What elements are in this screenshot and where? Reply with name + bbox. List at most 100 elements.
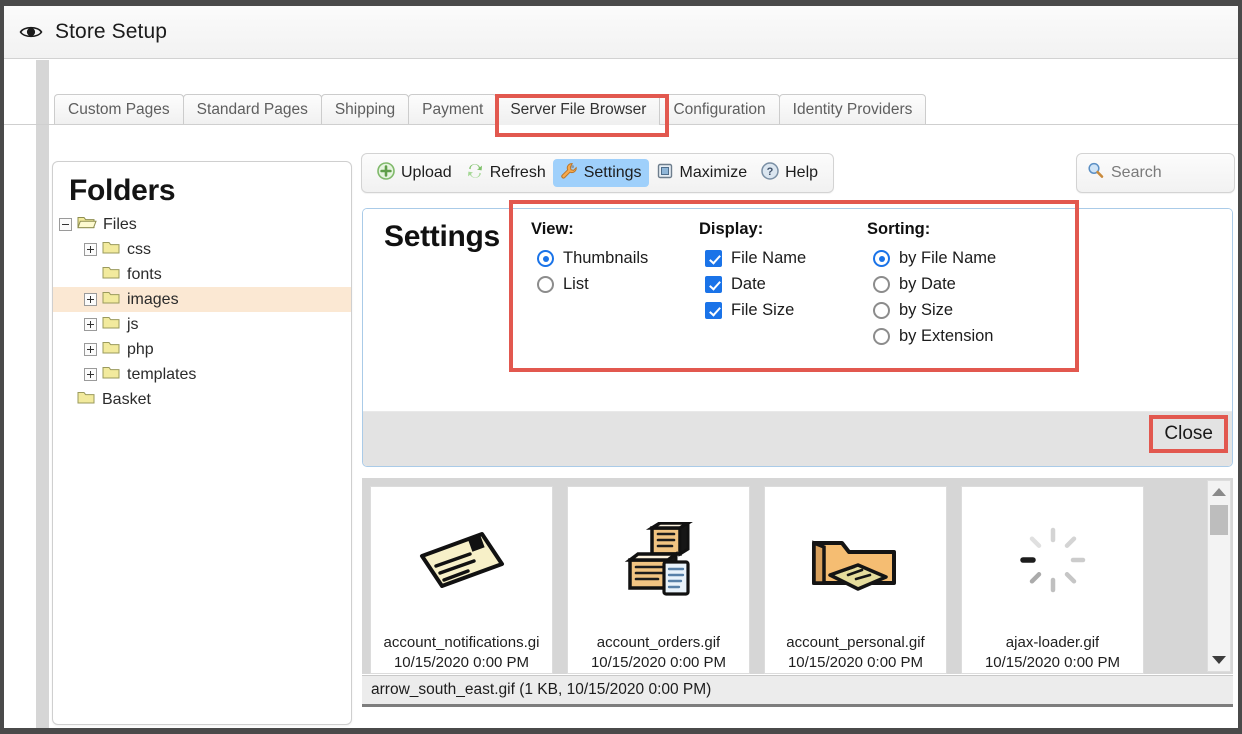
- option-label: Date: [731, 275, 766, 293]
- folders-panel: Folders Files css fonts images js php template…: [52, 161, 352, 725]
- expand-plus-icon[interactable]: [84, 243, 97, 256]
- thumbnails-area: account_notifications.gi 10/15/2020 0:00 …: [362, 478, 1233, 674]
- scrollbar-thumb[interactable]: [1210, 505, 1228, 535]
- tab-label: Custom Pages: [68, 101, 170, 118]
- toolbar-upload-button[interactable]: Upload: [370, 159, 459, 187]
- radio-selected-icon[interactable]: [537, 250, 554, 267]
- tab-custom-pages[interactable]: Custom Pages: [54, 94, 184, 125]
- sorting-option-by-extension[interactable]: by Extension: [867, 324, 1057, 349]
- page-title: Store Setup: [55, 20, 168, 43]
- tab-server-file-browser[interactable]: Server File Browser: [496, 94, 661, 125]
- tree-item-label: css: [127, 240, 151, 258]
- expand-plus-icon[interactable]: [84, 368, 97, 381]
- sorting-option-by-date[interactable]: by Date: [867, 272, 1057, 297]
- search-box[interactable]: [1076, 153, 1235, 193]
- folder-closed-icon: [102, 264, 121, 285]
- thumbnail-item[interactable]: account_personal.gif 10/15/2020 0:00 PM: [764, 486, 947, 674]
- display-option-file-name[interactable]: File Name: [699, 246, 867, 271]
- toolbar-maximize-button[interactable]: Maximize: [649, 159, 755, 187]
- tab-list: Custom Pages Standard Pages Shipping Paymen…: [54, 88, 927, 125]
- tab-label: Server File Browser: [510, 101, 647, 118]
- settings-group-sorting: Sorting: by File Name by Date by Size by Ext…: [867, 220, 1057, 350]
- checkbox-checked-icon[interactable]: [705, 276, 722, 293]
- thumbnail-file-name: ajax-loader.gif: [1005, 634, 1100, 651]
- thumbnail-item[interactable]: account_notifications.gi 10/15/2020 0:00 …: [370, 486, 553, 674]
- tab-label: Payment: [422, 101, 484, 118]
- toolbar-settings-button[interactable]: Settings: [552, 159, 649, 187]
- checkbox-checked-icon[interactable]: [705, 250, 722, 267]
- tab-payment[interactable]: Payment: [408, 94, 498, 125]
- tree-item-label: fonts: [127, 265, 162, 283]
- radio-selected-icon[interactable]: [873, 250, 890, 267]
- collapse-minus-icon[interactable]: [59, 218, 72, 231]
- tab-strip: Custom Pages Standard Pages Shipping Paymen…: [49, 88, 1238, 125]
- tab-configuration[interactable]: Configuration: [659, 94, 780, 125]
- tab-label: Configuration: [673, 101, 766, 118]
- tree-item-label: Files: [103, 215, 137, 233]
- tree-item-css[interactable]: css: [53, 237, 351, 262]
- bottom-rule: [362, 704, 1233, 707]
- option-label: by Extension: [899, 327, 994, 345]
- settings-group-view: View: Thumbnails List: [531, 220, 699, 350]
- folder-book-icon: [765, 487, 946, 633]
- display-option-file-size[interactable]: File Size: [699, 298, 867, 323]
- upload-plus-icon: [377, 161, 395, 185]
- search-magnifier-icon: [1087, 162, 1104, 184]
- tree-item-files[interactable]: Files: [53, 212, 351, 237]
- sorting-option-by-file-name[interactable]: by File Name: [867, 246, 1057, 271]
- radio-unselected-icon[interactable]: [537, 276, 554, 293]
- tab-identity-providers[interactable]: Identity Providers: [778, 94, 927, 125]
- radio-unselected-icon[interactable]: [873, 328, 890, 345]
- thumbnail-list: account_notifications.gi 10/15/2020 0:00 …: [370, 486, 1144, 674]
- display-option-date[interactable]: Date: [699, 272, 867, 297]
- tree-item-images[interactable]: images: [53, 287, 351, 312]
- content-area: Folders Files css fonts images js php template…: [49, 135, 1238, 728]
- tree-item-basket[interactable]: Basket: [53, 387, 351, 412]
- tab-shipping[interactable]: Shipping: [320, 94, 410, 125]
- tree-item-templates[interactable]: templates: [53, 362, 351, 387]
- eye-icon: [18, 22, 44, 42]
- settings-group-title: View:: [531, 220, 574, 238]
- thumbnail-file-date: 10/15/2020 0:00 PM: [787, 654, 924, 671]
- folders-panel-title: Folders: [69, 174, 176, 207]
- expand-plus-icon[interactable]: [84, 318, 97, 331]
- thumbnail-file-date: 10/15/2020 0:00 PM: [590, 654, 727, 671]
- tree-item-js[interactable]: js: [53, 312, 351, 337]
- checkbox-checked-icon[interactable]: [705, 302, 722, 319]
- search-input[interactable]: [1111, 164, 1221, 182]
- window-title-bar: Store Setup: [4, 6, 1238, 59]
- expand-plus-icon[interactable]: [84, 343, 97, 356]
- folder-open-icon: [77, 214, 97, 235]
- scroll-up-arrow-icon[interactable]: [1208, 481, 1230, 503]
- spinner-icon: [962, 487, 1143, 633]
- folder-closed-icon: [77, 389, 96, 410]
- tree-item-label: php: [127, 340, 154, 358]
- toolbar-refresh-button[interactable]: Refresh: [459, 159, 553, 187]
- radio-unselected-icon[interactable]: [873, 302, 890, 319]
- view-option-list[interactable]: List: [531, 272, 699, 297]
- sorting-option-by-size[interactable]: by Size: [867, 298, 1057, 323]
- scroll-down-arrow-icon[interactable]: [1208, 649, 1230, 671]
- view-option-thumbnails[interactable]: Thumbnails: [531, 246, 699, 271]
- thumbnail-item[interactable]: account_orders.gif 10/15/2020 0:00 PM: [567, 486, 750, 674]
- help-question-icon: ?: [761, 161, 779, 185]
- tree-item-php[interactable]: php: [53, 337, 351, 362]
- toolbar-item-label: Refresh: [489, 164, 546, 181]
- status-bar-text: arrow_south_east.gif (1 KB, 10/15/2020 0…: [371, 681, 712, 698]
- tab-label: Standard Pages: [196, 101, 308, 118]
- tab-standard-pages[interactable]: Standard Pages: [182, 94, 322, 125]
- option-label: List: [563, 275, 589, 293]
- thumbnails-scrollbar[interactable]: [1207, 480, 1231, 672]
- tree-item-fonts[interactable]: fonts: [53, 262, 351, 287]
- tree-item-label: images: [127, 290, 179, 308]
- settings-dialog-body: Settings View: Thumbnails List Display: File…: [363, 209, 1232, 412]
- thumbnail-file-date: 10/15/2020 0:00 PM: [984, 654, 1121, 671]
- thumbnail-item[interactable]: ajax-loader.gif 10/15/2020 0:00 PM: [961, 486, 1144, 674]
- wrench-icon: [560, 162, 578, 185]
- envelope-letter-icon: [371, 487, 552, 633]
- close-button[interactable]: Close: [1157, 421, 1220, 447]
- svg-text:?: ?: [767, 166, 774, 178]
- expand-plus-icon[interactable]: [84, 293, 97, 306]
- radio-unselected-icon[interactable]: [873, 276, 890, 293]
- toolbar-help-button[interactable]: ? Help: [754, 159, 825, 187]
